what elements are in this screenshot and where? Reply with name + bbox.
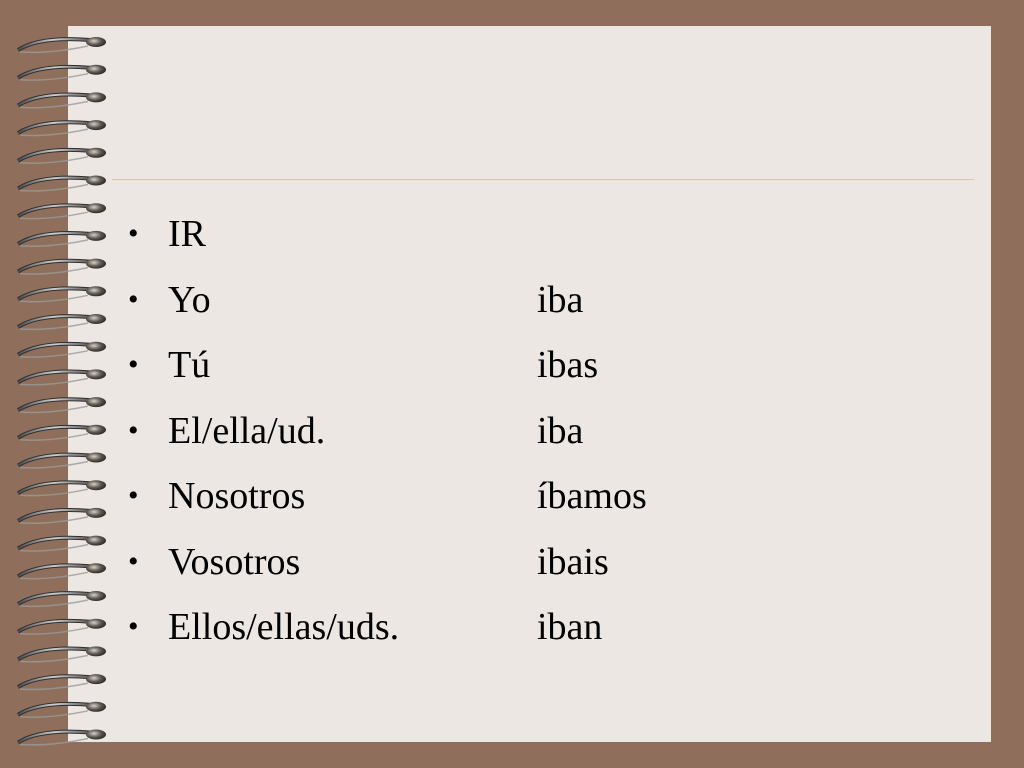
- pronoun-label: Tú: [168, 344, 211, 386]
- pronoun-label: Ellos/ellas/uds.: [168, 606, 400, 648]
- verb-form: ibais: [537, 540, 609, 583]
- bullet-glyph: •: [128, 217, 139, 250]
- bullet-glyph: •: [128, 544, 139, 578]
- bullet-glyph: •: [128, 282, 139, 316]
- pronoun-label: Vosotros: [168, 540, 301, 583]
- verb-title: IR: [168, 213, 206, 255]
- bullet-glyph: •: [128, 413, 139, 447]
- bullet-glyph: •: [128, 348, 139, 381]
- verb-form: iban: [537, 606, 603, 648]
- header-rule-line: [112, 179, 974, 180]
- verb-form: iba: [537, 278, 584, 321]
- bullet-glyph: •: [128, 479, 139, 512]
- verb-form: iba: [537, 409, 584, 452]
- pronoun-label: El/ella/ud.: [168, 409, 326, 452]
- bullet-glyph: •: [128, 610, 139, 643]
- pronoun-label: Yo: [168, 278, 211, 321]
- verb-form: íbamos: [537, 475, 647, 517]
- pronoun-label: Nosotros: [168, 475, 306, 517]
- verb-form: ibas: [537, 344, 599, 386]
